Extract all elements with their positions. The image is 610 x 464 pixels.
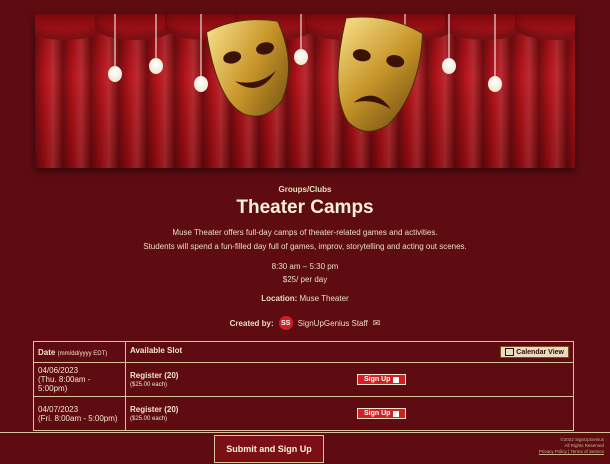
slot-title: Register (20) — [130, 405, 179, 414]
theater-banner-image — [35, 14, 575, 168]
slot-time: (Fri. 8:00am - 5:00pm) — [38, 413, 118, 423]
footer-links: Privacy Policy | Terms of Service — [538, 449, 604, 454]
mail-icon[interactable]: ✉ — [373, 318, 381, 329]
calendar-icon — [505, 348, 515, 356]
table-header-row: Date (mm/dd/yyyy EDT) Available Slot Cal… — [33, 341, 574, 363]
date-cell: 04/06/2023 (Thu. 8:00am - 5:00pm) — [33, 362, 126, 397]
slot-title: Register (20) — [130, 371, 179, 380]
slot-date: 04/06/2023 — [38, 366, 79, 375]
creator-name: SignUpGenius Staff — [297, 318, 368, 328]
slot-cell: Register (20) ($25.00 each) Sign Up — [125, 396, 574, 431]
creator-info: Created by: SS SignUpGenius Staff ✉ — [0, 316, 610, 330]
description-line: Muse Theater offers full-day camps of th… — [172, 228, 438, 237]
slot-column-header: Available Slot Calendar View — [125, 341, 574, 363]
sign-up-label: Sign Up — [364, 410, 391, 417]
description: Muse Theater offers full-day camps of th… — [0, 226, 610, 254]
slot-price: ($25.00 each) — [130, 416, 168, 422]
description-line: Students will spend a fun-filled day ful… — [143, 242, 467, 251]
table-row: 04/07/2023 (Fri. 8:00am - 5:00pm) Regist… — [33, 396, 574, 431]
page-title: Theater Camps — [236, 197, 374, 218]
slot-time: (Thu. 8:00am - 5:00pm) — [38, 375, 91, 393]
checkbox-icon — [393, 376, 400, 383]
calendar-view-label: Calendar View — [516, 348, 564, 356]
checkbox-icon — [393, 410, 400, 417]
date-header-label: Date — [38, 347, 56, 357]
signup-slots-table: Date (mm/dd/yyyy EDT) Available Slot Cal… — [33, 341, 574, 431]
terms-of-service-link[interactable]: Terms of Service — [570, 449, 604, 454]
footer-bar: Submit and Sign Up ©2022 SignUpGenius Al… — [0, 432, 610, 464]
slot-price: ($25.00 each) — [130, 382, 168, 388]
table-row: 04/06/2023 (Thu. 8:00am - 5:00pm) Regist… — [33, 362, 574, 397]
price-info: $25/ per day — [282, 275, 328, 284]
schedule-info: 8:30 am – 5:30 pm $25/ per day — [0, 260, 610, 286]
sign-up-button[interactable]: Sign Up — [357, 408, 407, 419]
location-value: Muse Theater — [299, 294, 349, 303]
date-column-header: Date (mm/dd/yyyy EDT) — [33, 341, 126, 363]
calendar-view-button[interactable]: Calendar View — [500, 346, 569, 358]
creator-label: Created by: — [229, 318, 274, 328]
location-info: Location: Muse Theater — [0, 294, 610, 303]
category-label: Groups/Clubs — [278, 185, 332, 194]
time-range: 8:30 am – 5:30 pm — [271, 262, 339, 271]
privacy-policy-link[interactable]: Privacy Policy — [539, 449, 567, 454]
date-cell: 04/07/2023 (Fri. 8:00am - 5:00pm) — [33, 396, 126, 431]
copyright-notice: ©2022 SignUpGenius All Rights Reserved P… — [539, 437, 604, 455]
slot-header-label: Available Slot — [130, 346, 183, 355]
sign-up-button[interactable]: Sign Up — [357, 374, 407, 385]
slot-date: 04/07/2023 — [38, 404, 79, 414]
submit-and-sign-up-button[interactable]: Submit and Sign Up — [214, 435, 324, 463]
location-label: Location: — [261, 294, 298, 303]
avatar: SS — [278, 316, 293, 330]
sign-up-label: Sign Up — [364, 376, 391, 383]
slot-cell: Register (20) ($25.00 each) Sign Up — [125, 362, 574, 397]
date-format-label: (mm/dd/yyyy EDT) — [57, 350, 108, 357]
